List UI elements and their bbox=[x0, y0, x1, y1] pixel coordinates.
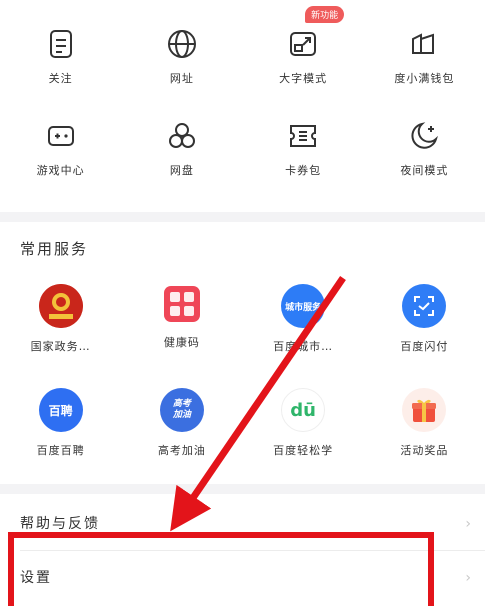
annotation-arrow bbox=[170, 276, 346, 532]
